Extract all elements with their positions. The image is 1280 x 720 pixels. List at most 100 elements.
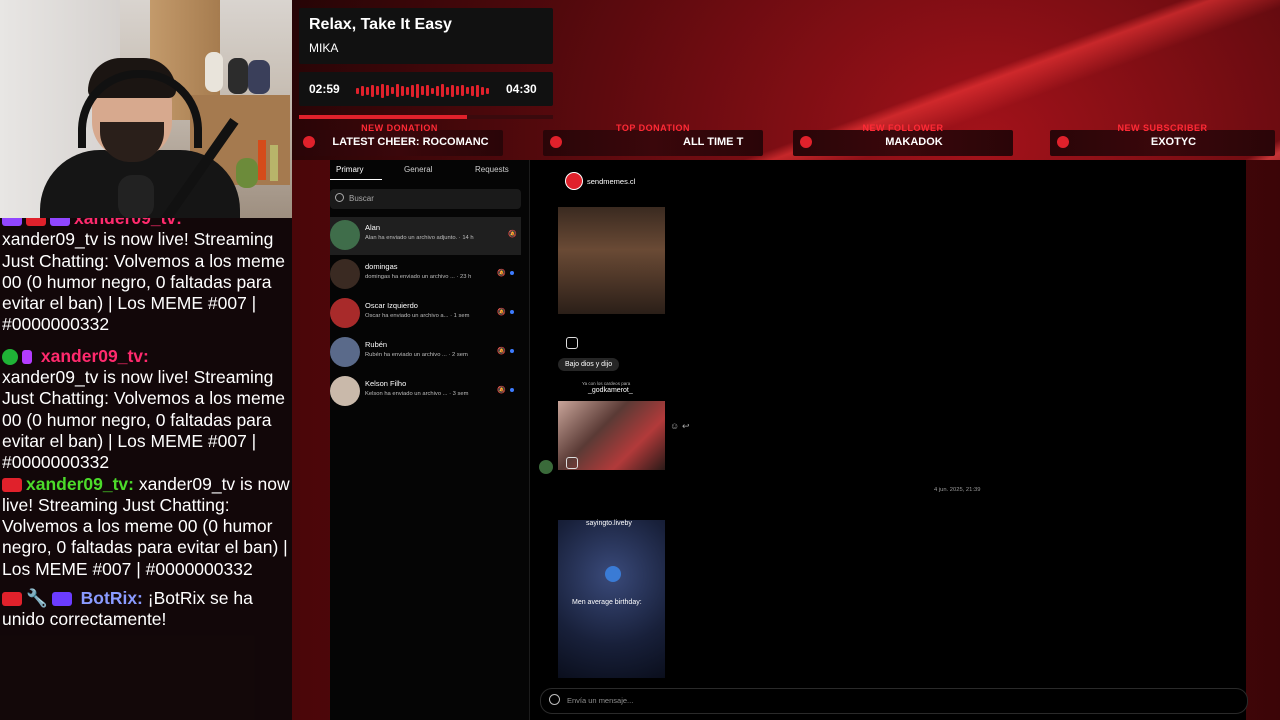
mute-icon: 🔕	[497, 348, 506, 355]
unread-dot	[510, 271, 514, 275]
conversation-preview: Oscar ha enviado un archivo a... · 1 sem	[365, 313, 470, 319]
message-date: 4 jun. 2025, 21:39	[934, 487, 981, 493]
message-input[interactable]	[540, 688, 1248, 714]
chat-message: xander09_tv:	[0, 218, 292, 229]
conversation-item[interactable]: Rubén Rubén ha enviado un archivo ... · …	[330, 334, 521, 372]
youtube-icon	[2, 592, 22, 607]
song-artist: MIKA	[309, 41, 339, 55]
avatar	[330, 337, 360, 367]
reply-icon[interactable]: ↩	[682, 421, 690, 432]
mic-icon	[22, 350, 32, 365]
instagram-icon	[566, 457, 578, 469]
conversation-name: domingas	[365, 262, 398, 271]
tab-requests[interactable]: Requests	[475, 165, 509, 174]
alert-value: ALL TIME T	[683, 136, 744, 148]
waveform-bar	[396, 84, 399, 98]
kick-icon	[2, 349, 18, 366]
waveform-bar	[381, 83, 384, 98]
conversation-name: Oscar Izquierdo	[365, 301, 418, 310]
alert-label: TOP DONATION	[615, 123, 690, 133]
chat-message: 🔧 BotRix: ¡BotRix se ha unido correctame…	[0, 588, 292, 631]
waveform-bar	[441, 84, 444, 98]
unread-dot	[510, 388, 514, 392]
youtube-icon	[2, 477, 22, 492]
alert-value: LATEST CHEER: ROCOMANC	[332, 136, 489, 148]
current-time: 02:59	[309, 82, 340, 96]
figurine	[205, 52, 223, 92]
search-icon	[335, 193, 344, 202]
waveform-bar	[461, 85, 464, 97]
message-bubble: Bajo dios y dijo	[558, 358, 620, 371]
mute-icon: 🔕	[497, 270, 506, 277]
chat-username: xander09_tv:	[40, 345, 149, 366]
mute-icon: 🔕	[497, 387, 506, 394]
shared-post-image[interactable]	[558, 207, 665, 314]
tab-primary[interactable]: Primary	[336, 165, 364, 174]
message-placeholder: Envía un mensaje...	[567, 696, 634, 705]
alert-new-follower: NEW FOLLOWER MAKADOK	[793, 123, 1013, 156]
heart-icon	[550, 136, 562, 148]
microphone	[118, 175, 154, 218]
alert-label: NEW DONATION	[361, 123, 438, 133]
waveform-bar	[426, 85, 429, 97]
conversation-preview: Alan ha enviado un archivo adjunto. · 14…	[365, 235, 474, 241]
alert-new-donation: NEW DONATION LATEST CHEER: ROCOMANC	[296, 123, 503, 156]
conversation-item[interactable]: Kelson Filho Kelson ha enviado un archiv…	[330, 373, 521, 411]
thread-avatar[interactable]	[565, 172, 583, 190]
waveform-bar	[416, 83, 419, 98]
unread-dot	[510, 349, 514, 353]
heart-icon	[303, 136, 315, 148]
avatar	[330, 376, 360, 406]
waveform-bar	[451, 84, 454, 97]
waveform-bar	[471, 85, 474, 96]
active-tab-indicator	[330, 179, 382, 180]
conversation-item[interactable]: Oscar Izquierdo Oscar ha enviado un arch…	[330, 295, 521, 333]
waveform-bar	[376, 86, 379, 96]
instagram-icon	[566, 337, 578, 349]
heart-icon	[1057, 136, 1069, 148]
figurine	[248, 60, 270, 94]
chat-username: xander09_tv:	[74, 218, 182, 228]
thread-name[interactable]: sendmemes.cl	[587, 177, 635, 186]
song-duration: 04:30	[506, 82, 537, 96]
shared-post-user[interactable]: _godkamerot_	[588, 387, 633, 394]
emoji-icon[interactable]	[549, 694, 560, 705]
waveform-bar	[406, 86, 409, 95]
react-icon[interactable]: ☺	[670, 421, 679, 431]
conversation-item[interactable]: domingas domingas ha enviado un archivo …	[330, 256, 521, 294]
waveform-bar	[456, 86, 459, 96]
waveform-bar	[371, 84, 374, 97]
webcam-feed	[0, 0, 292, 218]
waveform-bar	[401, 85, 404, 96]
bottle	[258, 140, 266, 180]
alert-top-donation: TOP DONATION ALL TIME T	[543, 123, 763, 156]
waveform-bar	[361, 85, 364, 96]
chat-message-text: xander09_tv is now live! Streaming Just …	[2, 229, 286, 335]
alert-label: NEW FOLLOWER	[862, 123, 944, 133]
chat-username: BotRix:	[80, 588, 143, 609]
waveform-bar	[391, 87, 394, 95]
earth-image	[605, 566, 621, 582]
search-placeholder: Buscar	[349, 194, 374, 203]
conversation-name: Rubén	[365, 340, 388, 349]
tab-general[interactable]: General	[404, 165, 432, 174]
avatar	[330, 220, 360, 250]
alert-value: MAKADOK	[885, 136, 943, 148]
waveform-bar	[466, 87, 469, 95]
conversation-item[interactable]: Alan Alan ha enviado un archivo adjunto.…	[330, 217, 521, 255]
meme-caption: Men average birthday:	[572, 599, 642, 606]
waveform	[356, 82, 494, 98]
waveform-bar	[486, 87, 489, 94]
waveform-bar	[386, 85, 389, 97]
conversation-name: Kelson Filho	[365, 379, 407, 388]
conversation-preview: domingas ha enviado un archivo ... · 23 …	[365, 274, 472, 280]
waveform-bar	[431, 87, 434, 94]
stream-chat: xander09_tv: xander09_tv is now live! St…	[0, 218, 292, 720]
chat-message-text: xander09_tv is now live! Streaming Just …	[2, 367, 286, 473]
bottle	[270, 145, 278, 181]
sender-avatar	[539, 460, 553, 474]
song-title: Relax, Take It Easy	[309, 16, 452, 33]
shared-reel-user[interactable]: sayingto.liveby	[586, 520, 632, 527]
chat-username: xander09_tv:	[26, 473, 134, 494]
conversation-preview: Kelson ha enviado un archivo ... · 3 sem	[365, 391, 469, 397]
